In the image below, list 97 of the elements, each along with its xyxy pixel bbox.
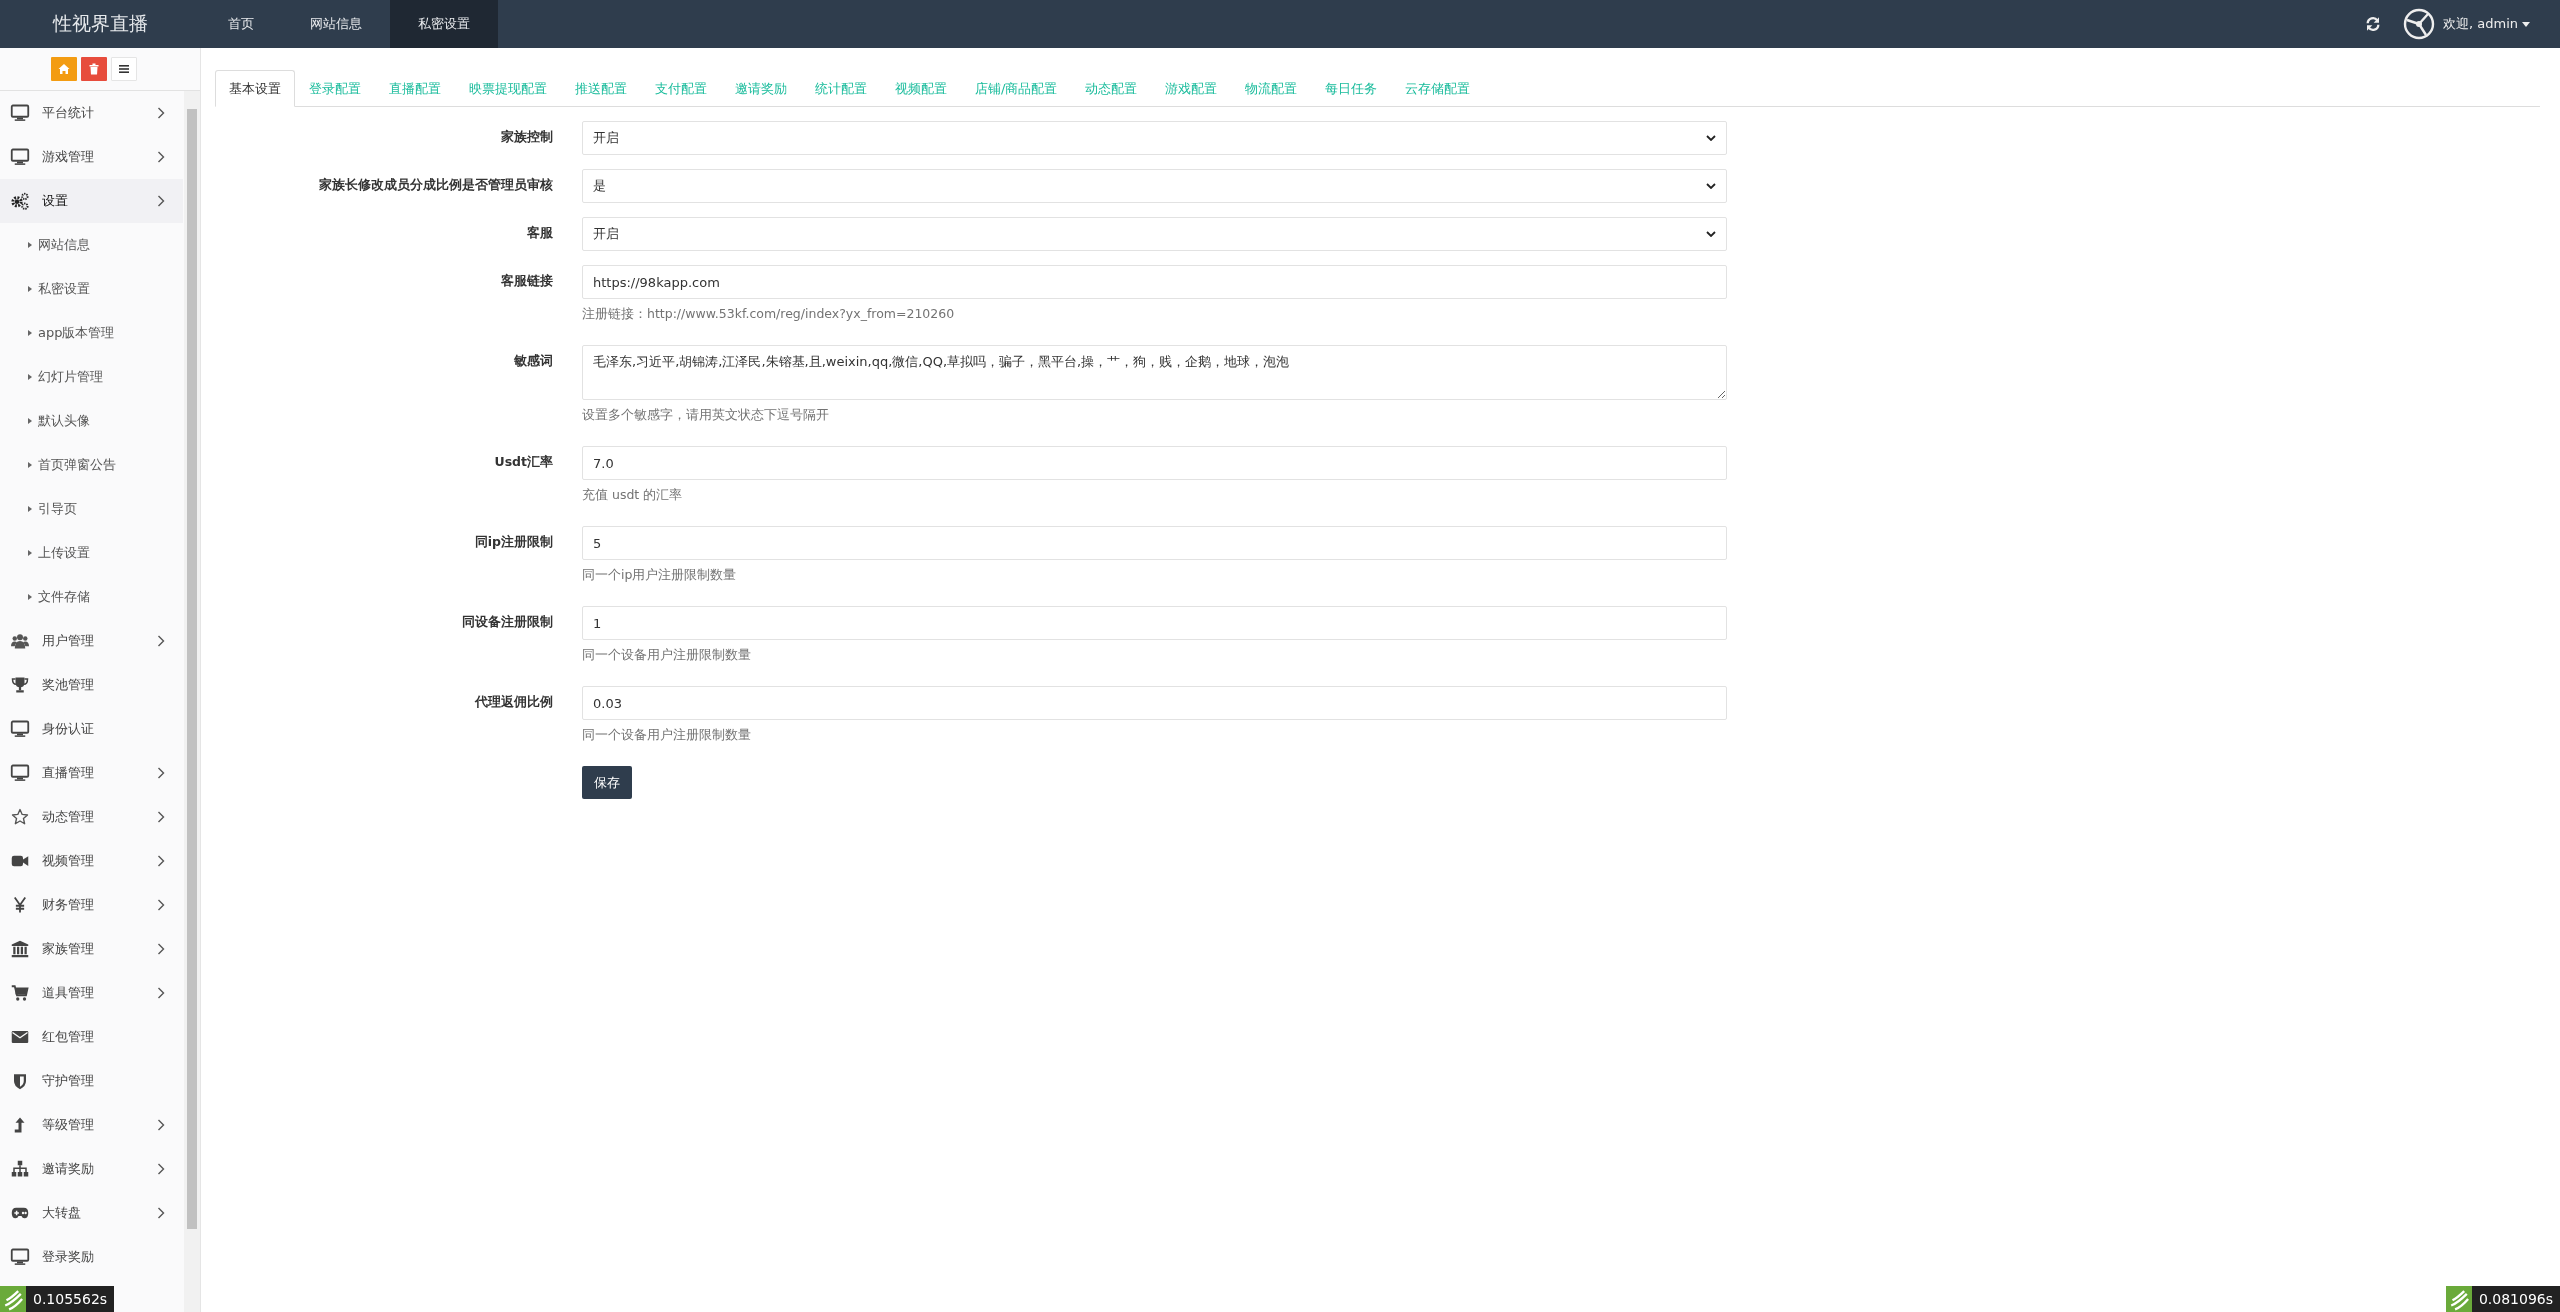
nav-link[interactable]: 网站信息 <box>282 0 390 48</box>
sidebar-item[interactable]: 身份认证 <box>0 707 183 751</box>
chevron-down-icon <box>1706 135 1716 141</box>
nav-link[interactable]: 私密设置 <box>390 0 498 48</box>
sidebar-item[interactable]: 奖池管理 <box>0 663 183 707</box>
sidebar-item[interactable]: 道具管理 <box>0 971 183 1015</box>
gears-icon <box>10 192 30 210</box>
field-label: 敏感词 <box>513 352 554 370</box>
triangle-icon <box>28 462 32 468</box>
sidebar-item[interactable]: 红包管理 <box>0 1015 183 1059</box>
sidebar-item[interactable]: 用户管理 <box>0 619 183 663</box>
input-field[interactable]: 7.0 <box>582 446 1727 480</box>
monitor-icon <box>10 148 30 166</box>
submenu-item[interactable]: 上传设置 <box>0 531 183 575</box>
delete-button[interactable] <box>81 57 107 81</box>
triangle-icon <box>28 506 32 512</box>
triangle-icon <box>28 286 32 292</box>
sidebar-item[interactable]: 设置 <box>0 179 183 223</box>
triangle-icon <box>28 418 32 424</box>
brand-title: 性视界直播 <box>51 11 149 36</box>
field-label: Usdt汇率 <box>493 453 554 471</box>
tab[interactable]: 基本设置 <box>215 70 295 107</box>
logo-icon <box>2445 1286 2472 1312</box>
sidebar-item[interactable]: 直播管理 <box>0 751 183 795</box>
text-area[interactable]: 毛泽东,习近平,胡锦涛,江泽民,朱镕基,且,weixin,qq,微信,QQ,草拟吗，骗子，黑平台,操，艹，狗，贱，企鹅，地球，泡泡 <box>582 345 1727 400</box>
sidebar-item[interactable]: 登录奖励 <box>0 1235 183 1279</box>
sidebar-item[interactable]: 视频管理 <box>0 839 183 883</box>
menu-icon <box>118 63 130 75</box>
triangle-icon <box>28 374 32 380</box>
sidebar-item[interactable]: 等级管理 <box>0 1103 183 1147</box>
sidebar-item[interactable]: 平台统计 <box>0 91 183 135</box>
submenu-item[interactable]: 文件存储 <box>0 575 183 619</box>
avatar-icon[interactable] <box>2403 8 2435 40</box>
submenu-item[interactable]: 默认头像 <box>0 399 183 443</box>
triangle-icon <box>28 594 32 600</box>
monitor-icon <box>10 1248 30 1266</box>
cart-icon <box>10 984 30 1002</box>
field-label: 同ip注册限制 <box>473 533 554 551</box>
timing-badge[interactable]: 0.105562s <box>0 1286 115 1312</box>
help-text: 注册链接：http://www.53kf.com/reg/index?yx_from=210260 <box>582 305 956 323</box>
help-text: 充值 usdt 的汇率 <box>582 486 684 504</box>
select-field[interactable]: 开启 <box>582 121 1727 155</box>
help-text: 设置多个敏感字，请用英文状态下逗号隔开 <box>582 406 830 424</box>
help-text: 同一个设备用户注册限制数量 <box>582 726 752 744</box>
input-field[interactable]: 0.03 <box>582 686 1727 720</box>
sidebar-item[interactable]: 动态管理 <box>0 795 183 839</box>
monitor-icon <box>10 104 30 122</box>
input-field[interactable]: https://98kapp.com <box>582 265 1727 299</box>
triangle-icon <box>28 550 32 556</box>
input-field[interactable]: 5 <box>582 526 1727 560</box>
caret-icon <box>2522 21 2530 27</box>
sidebar-item[interactable]: 家族管理 <box>0 927 183 971</box>
refresh-icon[interactable] <box>2365 16 2381 32</box>
home-button[interactable] <box>51 57 77 81</box>
select-field[interactable]: 开启 <box>582 217 1727 251</box>
scrollbar[interactable] <box>184 91 200 1312</box>
bank-icon <box>10 940 30 958</box>
select-field[interactable]: 是 <box>582 169 1727 203</box>
sidebar-item[interactable]: 大转盘 <box>0 1191 183 1235</box>
save-button[interactable]: 保存 <box>582 766 632 799</box>
chevron-down-icon <box>1706 183 1716 189</box>
users-icon <box>10 632 30 650</box>
timing-badge[interactable]: 0.081096s <box>2445 1286 2560 1312</box>
triangle-icon <box>28 330 32 336</box>
trash-icon <box>88 63 100 75</box>
sidebar-item[interactable]: 财务管理 <box>0 883 183 927</box>
submenu-item[interactable]: 首页弹窗公告 <box>0 443 183 487</box>
menu-button[interactable] <box>111 57 137 81</box>
field-label: 家族控制 <box>500 128 554 146</box>
help-text: 同一个设备用户注册限制数量 <box>582 646 752 664</box>
sidebar-item[interactable]: 游戏管理 <box>0 135 183 179</box>
scroll-thumb[interactable] <box>187 109 197 1229</box>
input-field[interactable]: 1 <box>582 606 1727 640</box>
monitor-icon <box>10 720 30 738</box>
field-label: 客服链接 <box>500 272 554 290</box>
triangle-icon <box>28 242 32 248</box>
monitor-icon <box>10 764 30 782</box>
user-menu[interactable]: 欢迎, admin <box>2443 15 2530 33</box>
submenu-item[interactable]: app版本管理 <box>0 311 183 355</box>
sidebar-item[interactable]: 守护管理 <box>0 1059 183 1103</box>
home-icon <box>58 63 70 75</box>
submenu-item[interactable]: 私密设置 <box>0 267 183 311</box>
field-label: 客服 <box>526 224 554 242</box>
sidebar-item[interactable]: 邀请奖励 <box>0 1147 183 1191</box>
field-label: 代理返佣比例 <box>473 693 554 711</box>
star-icon <box>10 808 30 826</box>
field-label: 同设备注册限制 <box>461 613 554 631</box>
submenu-item[interactable]: 幻灯片管理 <box>0 355 183 399</box>
help-text: 同一个ip用户注册限制数量 <box>582 566 738 584</box>
submenu-item[interactable]: 引导页 <box>0 487 183 531</box>
nav-link[interactable]: 首页 <box>200 0 282 48</box>
chevron-down-icon <box>1706 231 1716 237</box>
envelope-icon <box>10 1028 30 1046</box>
submenu-item[interactable]: 网站信息 <box>0 223 183 267</box>
sitemap-icon <box>10 1160 30 1178</box>
field-label: 家族长修改成员分成比例是否管理员审核 <box>318 176 554 194</box>
trophy-icon <box>10 676 30 694</box>
